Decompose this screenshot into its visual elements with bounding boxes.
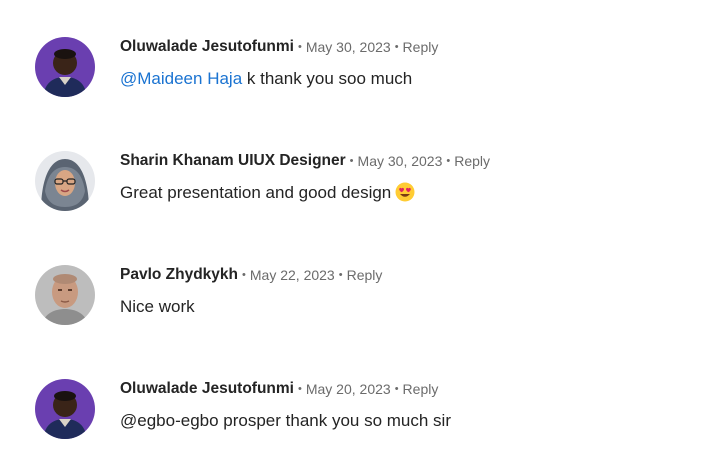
mention-link[interactable]: @Maideen Haja	[120, 69, 242, 88]
avatar[interactable]	[35, 379, 95, 439]
reply-link[interactable]: Reply	[454, 151, 490, 171]
comment-body: Nice work	[120, 295, 195, 319]
comment-date: May 30, 2023	[357, 153, 443, 169]
comment-date: May 20, 2023	[305, 381, 391, 397]
smiling-face-with-heart-eyes-icon	[395, 182, 415, 202]
meta-separator: •	[338, 269, 343, 281]
author-name[interactable]: Pavlo Zhydkykh	[120, 265, 238, 285]
reply-link[interactable]: Reply	[403, 37, 439, 57]
comment-text: @egbo-egbo prosper thank you so much sir	[120, 411, 451, 430]
meta-separator: •	[349, 155, 354, 167]
meta-separator: •	[446, 155, 451, 167]
comment-body: Great presentation and good design	[120, 181, 415, 205]
avatar[interactable]	[35, 265, 95, 325]
meta-separator: •	[242, 269, 246, 281]
comment-item: Sharin Khanam UIUX Designer • May 30, 20…	[0, 151, 706, 231]
comment-text: Great presentation and good design	[120, 183, 392, 202]
comment-date: May 30, 2023	[305, 39, 391, 55]
comment-list: Oluwalade Jesutofunmi • May 30, 2023 • R…	[0, 0, 706, 454]
meta-separator: •	[297, 383, 302, 395]
comment-item: Oluwalade Jesutofunmi • May 30, 2023 • R…	[0, 37, 706, 117]
meta-separator: •	[394, 383, 399, 395]
reply-link[interactable]: Reply	[403, 379, 439, 399]
comment-text: Nice work	[120, 297, 195, 316]
meta-separator: •	[394, 41, 399, 53]
author-name[interactable]: Oluwalade Jesutofunmi	[120, 379, 294, 399]
comment-meta: Oluwalade Jesutofunmi • May 20, 2023 • R…	[120, 379, 438, 399]
author-name[interactable]: Sharin Khanam UIUX Designer	[120, 151, 346, 171]
user-avatar-icon	[35, 37, 95, 97]
comment-item: Pavlo Zhydkykh • May 22, 2023 • Reply Ni…	[0, 265, 706, 345]
user-avatar-icon	[35, 265, 95, 325]
user-avatar-icon	[35, 379, 95, 439]
reply-link[interactable]: Reply	[347, 265, 383, 285]
comment-body: @Maideen Haja k thank you soo much	[120, 67, 412, 91]
comment-text: k thank you soo much	[242, 69, 413, 88]
user-avatar-icon	[35, 151, 95, 211]
meta-separator: •	[297, 41, 302, 53]
avatar[interactable]	[35, 37, 95, 97]
comment-date: May 22, 2023	[249, 267, 335, 283]
avatar[interactable]	[35, 151, 95, 211]
comment-meta: Pavlo Zhydkykh • May 22, 2023 • Reply	[120, 265, 382, 285]
comment-meta: Sharin Khanam UIUX Designer • May 30, 20…	[120, 151, 490, 171]
comment-body: @egbo-egbo prosper thank you so much sir	[120, 409, 451, 433]
author-name[interactable]: Oluwalade Jesutofunmi	[120, 37, 294, 57]
comment-item: Oluwalade Jesutofunmi • May 20, 2023 • R…	[0, 379, 706, 454]
comment-meta: Oluwalade Jesutofunmi • May 30, 2023 • R…	[120, 37, 438, 57]
